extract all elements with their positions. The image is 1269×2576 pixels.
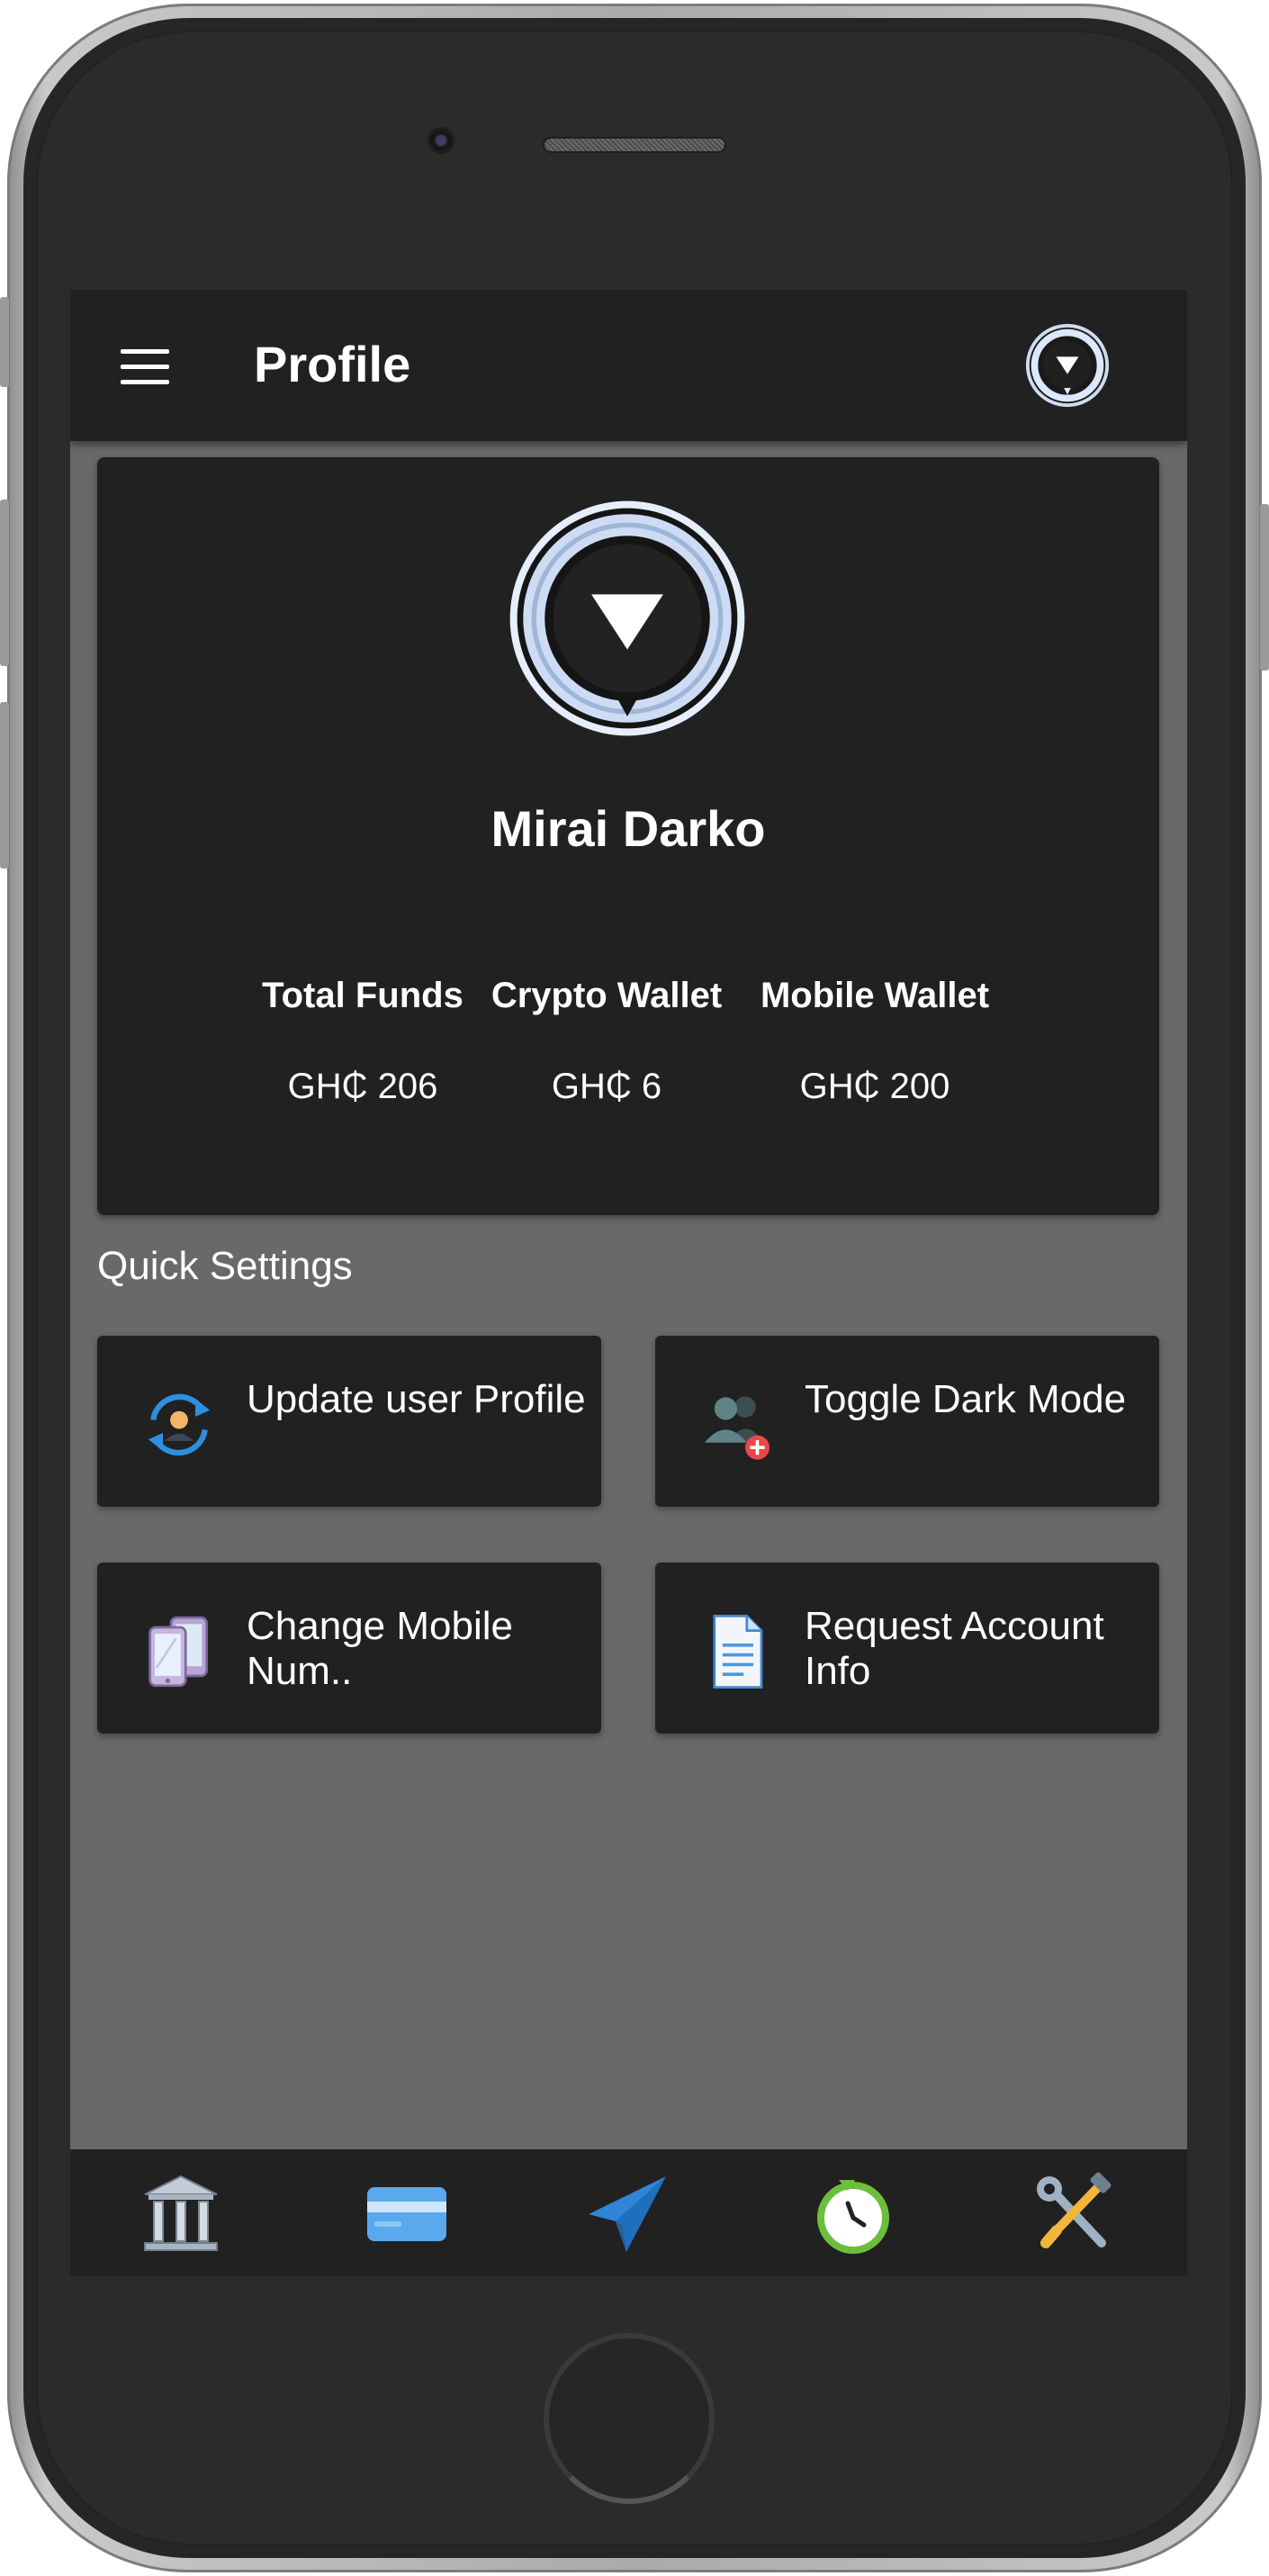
- users-add-icon: [705, 1396, 770, 1460]
- page-title: Profile: [254, 336, 411, 392]
- quick-settings-title: Quick Settings: [97, 1244, 353, 1288]
- app-logo-avatar: [509, 500, 745, 736]
- app-logo-icon[interactable]: [1024, 322, 1111, 409]
- toggle-dark-mode-tile[interactable]: Toggle Dark Mode: [655, 1336, 1159, 1507]
- stat-mobile-wallet: Mobile Wallet GH₵ 200: [731, 976, 1019, 1107]
- stat-value: GH₵ 6: [551, 1067, 662, 1106]
- tile-label: Request Account Info: [805, 1604, 1104, 1693]
- mobile-phones-icon: [148, 1616, 208, 1688]
- bottom-navigation: [70, 2149, 1187, 2275]
- nav-send[interactable]: [583, 2169, 673, 2259]
- earpiece-speaker: [544, 139, 724, 151]
- phone-volume-up: [0, 500, 9, 666]
- tile-label: Change Mobile Num..: [247, 1604, 513, 1693]
- nav-bank[interactable]: [136, 2169, 226, 2259]
- stat-label: Mobile Wallet: [760, 976, 990, 1015]
- nav-settings[interactable]: [1030, 2169, 1120, 2259]
- tile-label: Update user Profile: [247, 1377, 586, 1421]
- stat-crypto-wallet: Crypto Wallet GH₵ 6: [463, 976, 751, 1107]
- update-profile-icon: [148, 1393, 211, 1456]
- credit-card-icon: [367, 2187, 446, 2241]
- tile-label: Toggle Dark Mode: [805, 1377, 1127, 1421]
- stat-label: Crypto Wallet: [490, 976, 723, 1015]
- history-clock-icon: [817, 2180, 889, 2254]
- bank-icon: [144, 2175, 218, 2251]
- phone-power-button: [1260, 504, 1269, 671]
- front-camera: [430, 130, 452, 151]
- profile-card: Mirai Darko Total Funds GH₵ 206 Crypto W…: [97, 457, 1159, 1215]
- phone-volume-down: [0, 702, 9, 869]
- update-profile-tile[interactable]: Update user Profile: [97, 1336, 601, 1507]
- stat-value: GH₵ 200: [799, 1067, 950, 1106]
- user-name: Mirai Darko: [490, 800, 766, 857]
- nav-history[interactable]: [808, 2169, 898, 2259]
- hamburger-menu-icon[interactable]: [121, 349, 169, 385]
- nav-cards[interactable]: [362, 2169, 452, 2259]
- phone-mute-switch: [0, 297, 9, 387]
- tools-settings-icon: [1037, 2172, 1112, 2248]
- request-account-info-tile[interactable]: Request Account Info: [655, 1563, 1159, 1734]
- document-icon: [713, 1615, 763, 1689]
- app-screen: Profile Mirai Darko Total Funds GH₵ 206 …: [70, 290, 1187, 2275]
- send-paper-plane-icon: [589, 2176, 666, 2252]
- change-mobile-tile[interactable]: Change Mobile Num..: [97, 1563, 601, 1734]
- app-bar: Profile: [70, 290, 1187, 441]
- home-button[interactable]: [544, 2333, 715, 2504]
